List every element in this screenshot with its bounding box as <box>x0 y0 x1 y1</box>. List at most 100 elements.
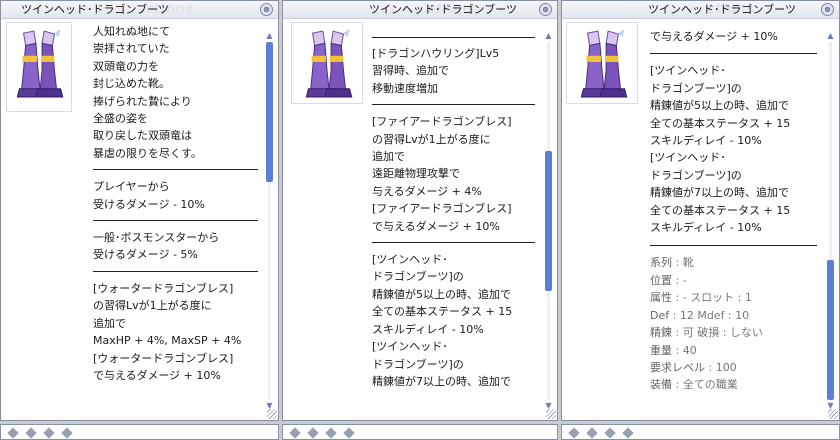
separator <box>93 270 258 272</box>
description-line: の習得Lvが1上がる度に <box>372 132 491 146</box>
item-info-window-1: ctions ツインヘッド･ドラゴンブーツ ⊗ 人知れぬ地にて 崇拝されていた … <box>0 0 279 421</box>
property-row: 系列 : 靴 <box>650 256 694 270</box>
description-line: 追加で <box>93 316 126 330</box>
vertical-scrollbar[interactable]: ▲ ▼ <box>826 32 835 410</box>
item-description: 人知れぬ地にて 崇拝されていた 双頭竜の力を 封じ込めた靴。 捧げられた贄により… <box>93 23 258 414</box>
item-image-frame <box>566 22 638 104</box>
property-key: 系列 <box>650 256 672 270</box>
description-line: 暴虐の限りを尽くす。 <box>93 146 202 160</box>
description-line: 双頭竜の力を <box>93 59 159 73</box>
description-line: の習得Lvが1上がる度に <box>93 299 212 313</box>
description-line: [ツインヘッド･ <box>650 151 726 165</box>
diamond-icon <box>604 427 616 439</box>
purple-boots-icon <box>305 29 353 98</box>
window-titlebar[interactable]: ctions ツインヘッド･ドラゴンブーツ ⊗ <box>562 1 839 19</box>
item-image-frame <box>291 22 363 104</box>
diamond-icon <box>25 427 37 439</box>
description-line: 全ての基本ステータス + 15 <box>650 203 791 217</box>
vertical-scrollbar[interactable]: ▲ ▼ <box>544 32 553 410</box>
diamond-icon <box>61 427 73 439</box>
description-line: スキルディレイ - 10% <box>372 322 484 336</box>
separator <box>372 242 535 244</box>
window-title: ツインヘッド･ドラゴンブーツ <box>21 3 169 16</box>
window-titlebar[interactable]: ctions ツインヘッド･ドラゴンブーツ ⊗ <box>1 1 278 19</box>
diamond-icon <box>586 427 598 439</box>
description-line: 崇拝されていた <box>93 42 170 56</box>
separator <box>372 37 535 38</box>
diamond-icon <box>343 427 355 439</box>
description-line: 全ての基本ステータス + 15 <box>372 305 513 319</box>
description-line: 全盛の姿を <box>93 112 148 126</box>
window-title: ツインヘッド･ドラゴンブーツ <box>648 3 796 16</box>
description-line: で与えるダメージ + 10% <box>93 368 221 382</box>
property-row: 装備 : 全ての職業 <box>650 378 738 392</box>
description-line: 受けるダメージ - 10% <box>93 197 205 211</box>
diamond-icon <box>7 427 19 439</box>
item-info-window-3: ctions ツインヘッド･ドラゴンブーツ ⊗ で与えるダメージ + 10% [… <box>561 0 840 421</box>
property-value: - スロット : 1 <box>682 291 752 305</box>
description-line: [ツインヘッド･ <box>372 253 448 267</box>
item-description: [ドラゴンハウリング]Lv5 習得時、追加で 移動速度増加 [ファイアードラゴン… <box>372 37 535 414</box>
description-line: ドラゴンブーツ]の <box>372 270 464 284</box>
description-line: 人知れぬ地にて <box>93 25 170 38</box>
property-row: Def : 12 Mdef : 10 <box>650 308 750 322</box>
diamond-icon <box>43 427 55 439</box>
property-row: 属性 : - スロット : 1 <box>650 291 752 305</box>
description-line: [ウォータードラゴンブレス] <box>93 351 234 365</box>
purple-boots-icon <box>580 29 628 98</box>
close-icon[interactable]: ⊗ <box>260 3 273 16</box>
scroll-up-icon[interactable]: ▲ <box>265 32 274 40</box>
property-key: 属性 <box>650 291 672 305</box>
property-key: 位置 <box>650 273 672 287</box>
description-line: 与えるダメージ + 4% <box>372 184 482 198</box>
property-value: 100 <box>715 360 737 374</box>
property-value: - <box>682 273 687 287</box>
separator <box>93 220 258 222</box>
property-value: 40 <box>682 343 697 357</box>
scroll-thumb[interactable] <box>827 260 834 400</box>
description-line: ドラゴンブーツ]の <box>650 81 742 95</box>
property-key: 要求レベル <box>650 360 705 374</box>
description-line: 精錬値が5以上の時、追加で <box>372 287 511 301</box>
window-title: ツインヘッド･ドラゴンブーツ <box>369 3 517 16</box>
property-key: Def <box>650 308 670 322</box>
resize-grip-icon[interactable] <box>546 409 556 419</box>
description-line: 取り戻した双頭竜は <box>93 129 192 143</box>
window-titlebar[interactable]: ctions ツインヘッド･ドラゴンブーツ ⊗ <box>283 1 557 19</box>
diamond-icon <box>568 427 580 439</box>
diamond-icon <box>289 427 301 439</box>
item-description: で与えるダメージ + 10% [ツインヘッド･ ドラゴンブーツ]の 精錬値が5以… <box>650 28 817 414</box>
description-line: [ファイアードラゴンブレス] <box>372 115 512 129</box>
item-image-frame <box>6 22 72 112</box>
scroll-up-icon[interactable]: ▲ <box>826 32 835 40</box>
scroll-up-icon[interactable]: ▲ <box>544 32 553 40</box>
purple-boots-icon <box>16 29 64 98</box>
vertical-scrollbar[interactable]: ▲ ▼ <box>265 32 274 410</box>
description-line: 追加で <box>372 150 405 164</box>
description-line: スキルディレイ - 10% <box>650 221 762 235</box>
property-key: 精錬 <box>650 326 672 340</box>
description-line: で与えるダメージ + 10% <box>372 219 500 233</box>
description-line: 捧げられた贄により <box>93 94 192 108</box>
description-line: ドラゴンブーツ]の <box>372 357 464 371</box>
item-info-window-2: ctions ツインヘッド･ドラゴンブーツ ⊗ [ドラゴンハウリング]Lv5 習… <box>282 0 558 421</box>
description-line: 遠距離物理攻撃で <box>372 167 460 181</box>
description-line: MaxHP + 4%, MaxSP + 4% <box>93 334 242 348</box>
diamond-icon <box>307 427 319 439</box>
diamond-icon <box>622 427 634 439</box>
property-value: 全ての職業 <box>682 378 738 392</box>
description-line: 精錬値が7以上の時、追加で <box>372 374 511 388</box>
close-icon[interactable]: ⊗ <box>539 3 552 16</box>
description-line: [ツインヘッド･ <box>650 64 726 78</box>
description-line: 受けるダメージ - 5% <box>93 248 198 262</box>
property-value: 可 破損 : しない <box>682 326 763 340</box>
resize-grip-icon[interactable] <box>828 409 838 419</box>
description-line: [ドラゴンハウリング]Lv5 <box>372 47 500 60</box>
diamond-icon <box>325 427 337 439</box>
close-icon[interactable]: ⊗ <box>821 3 834 16</box>
description-line: 精錬値が5以上の時、追加で <box>650 99 789 113</box>
scroll-thumb[interactable] <box>266 42 273 182</box>
description-line: [ウォータードラゴンブレス] <box>93 281 234 295</box>
resize-grip-icon[interactable] <box>267 409 277 419</box>
scroll-thumb[interactable] <box>545 151 552 291</box>
